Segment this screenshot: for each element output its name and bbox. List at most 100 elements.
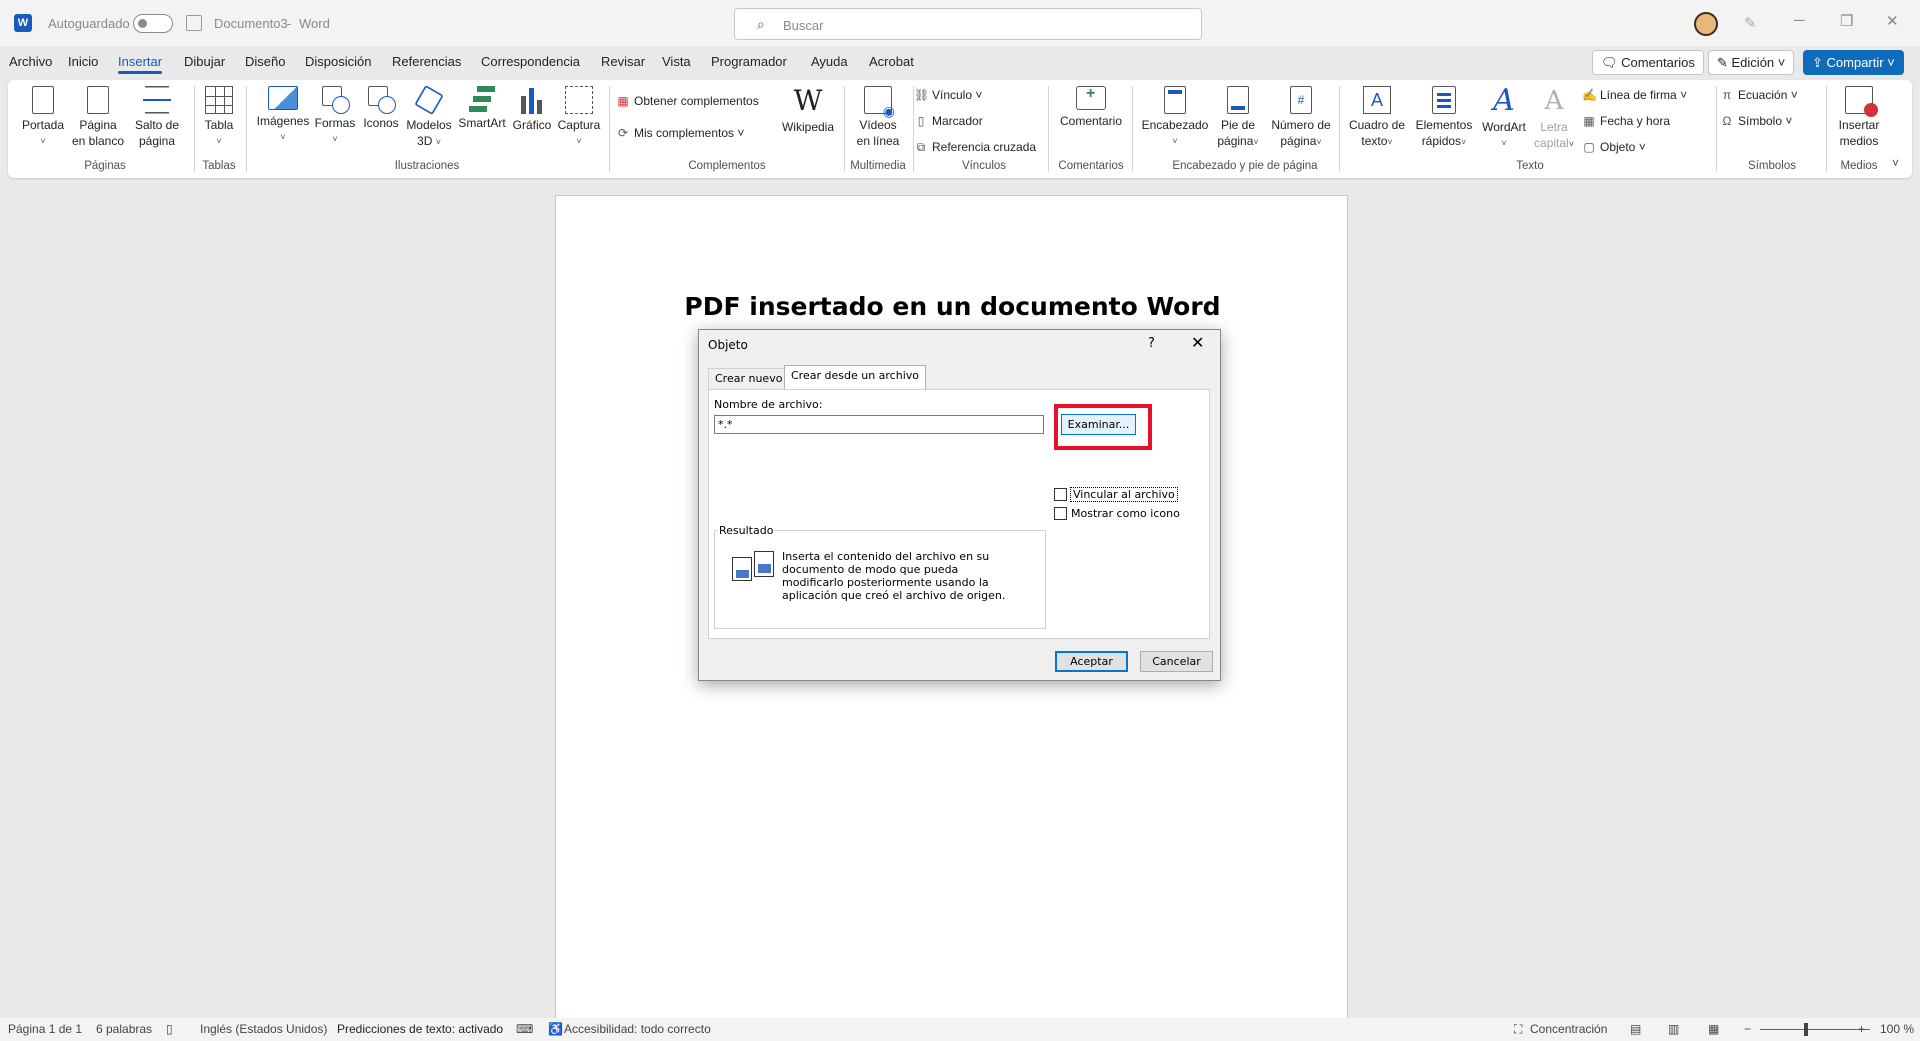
document-heading[interactable]: PDF insertado en un documento Word [556, 292, 1349, 321]
online-video-button[interactable]: Vídeos en línea [846, 86, 910, 149]
zoom-out-icon[interactable]: − [1744, 1022, 1751, 1036]
chart-button[interactable]: Gráfico [508, 86, 556, 133]
icons-button[interactable]: Iconos [358, 86, 404, 131]
proofing-icon[interactable]: ▯ [166, 1022, 173, 1036]
word-count[interactable]: 6 palabras [96, 1022, 152, 1036]
tab-diseno[interactable]: Diseño [245, 54, 285, 69]
insert-media-button[interactable]: Insertar medios [1830, 86, 1888, 149]
footer-button[interactable]: Pie de página˅ [1210, 86, 1266, 150]
filename-field[interactable] [714, 415, 1044, 434]
blank-page-label-1: Página [79, 118, 117, 132]
link-to-file-checkbox[interactable] [1054, 488, 1067, 501]
focus-mode-button[interactable]: Concentración [1530, 1022, 1607, 1036]
tab-inicio[interactable]: Inicio [68, 54, 98, 69]
page-break-icon [143, 86, 171, 114]
tab-programador[interactable]: Programador [711, 54, 787, 69]
equation-button[interactable]: π Ecuación ˅ [1720, 88, 1798, 102]
user-avatar[interactable] [1694, 12, 1718, 36]
close-icon[interactable]: ✕ [1191, 333, 1204, 352]
editing-button[interactable]: ✎ Edición ˅ [1708, 50, 1795, 75]
text-box-button[interactable]: A Cuadro de texto˅ [1344, 86, 1410, 150]
ribbon-collapse-chevron-icon[interactable]: ˅ [1892, 156, 1899, 170]
tab-acrobat[interactable]: Acrobat [869, 54, 914, 69]
wikipedia-button[interactable]: W Wikipedia [776, 86, 840, 135]
object-button[interactable]: ▢ Objeto ˅ [1582, 140, 1645, 154]
maximize-icon[interactable]: ❐ [1840, 12, 1853, 30]
autosave-toggle[interactable] [133, 14, 173, 33]
tab-disposicion[interactable]: Disposición [305, 54, 371, 69]
browse-button[interactable]: Examinar... [1061, 414, 1136, 435]
word-logo-icon: W [14, 14, 32, 32]
shapes-button[interactable]: Formas ˅ [310, 86, 360, 147]
tab-insertar[interactable]: Insertar [118, 54, 163, 74]
table-button[interactable]: Tabla ˅ [196, 86, 242, 149]
tab-create-from-file[interactable]: Crear desde un archivo [784, 365, 926, 390]
tab-create-new[interactable]: Crear nuevo [708, 368, 790, 389]
ok-button[interactable]: Aceptar [1055, 651, 1128, 672]
print-layout-icon[interactable]: ▥ [1668, 1022, 1679, 1036]
ribbon-separator [1048, 86, 1049, 172]
3d-models-button[interactable]: Modelos 3D ˅ [402, 85, 456, 150]
zoom-slider-thumb[interactable] [1804, 1023, 1808, 1036]
tab-ayuda[interactable]: Ayuda [811, 54, 848, 69]
accessibility-status[interactable]: Accesibilidad: todo correcto [564, 1022, 711, 1036]
pen-icon[interactable]: ✎ [1744, 14, 1757, 32]
link-to-file-option[interactable]: Vincular al archivo [1054, 487, 1178, 502]
help-icon[interactable]: ? [1148, 336, 1155, 351]
group-label-links: Vínculos [961, 160, 1007, 172]
3d-models-label-2: 3D [417, 134, 433, 148]
images-button[interactable]: Imágenes ˅ [248, 86, 318, 145]
cross-reference-button[interactable]: ⧉ Referencia cruzada [914, 140, 1036, 155]
new-comment-button[interactable]: Comentario [1054, 86, 1128, 129]
3d-models-label-1: Modelos [406, 118, 452, 132]
tab-dibujar[interactable]: Dibujar [184, 54, 225, 69]
comments-button[interactable]: 🗨 Comentarios [1592, 50, 1704, 75]
zoom-in-icon[interactable]: + [1858, 1022, 1865, 1036]
search-input[interactable]: ⌕ Buscar [734, 8, 1202, 40]
drop-cap-label-2: capital [1534, 136, 1569, 150]
bookmark-button[interactable]: ▯ Marcador [914, 114, 983, 128]
symbol-button[interactable]: Ω Símbolo ˅ [1720, 114, 1793, 128]
minimize-icon[interactable]: ─ [1794, 12, 1805, 29]
ribbon-separator [246, 86, 247, 172]
get-addins-button[interactable]: ▦ Obtener complementos [616, 94, 758, 108]
header-button[interactable]: Encabezado ˅ [1140, 86, 1210, 149]
ribbon-separator [1826, 86, 1827, 172]
tab-correspondencia[interactable]: Correspondencia [481, 54, 580, 69]
chart-icon [518, 86, 546, 114]
insert-media-label-1: Insertar [1838, 118, 1880, 132]
page-number-button[interactable]: # Número de página˅ [1266, 86, 1336, 150]
date-time-button[interactable]: ▦ Fecha y hora [1582, 114, 1670, 128]
tab-referencias[interactable]: Referencias [392, 54, 461, 69]
tab-revisar[interactable]: Revisar [601, 54, 645, 69]
text-predictions-status[interactable]: Predicciones de texto: activado [337, 1022, 503, 1036]
addins-icon: ⟳ [617, 126, 629, 140]
blank-page-button[interactable]: Página en blanco [68, 86, 128, 149]
cover-page-button[interactable]: Portada ˅ [20, 86, 66, 149]
page-break-button[interactable]: Salto de página [126, 86, 188, 149]
share-button[interactable]: ⇪ Compartir ˅ [1803, 50, 1904, 75]
quick-parts-button[interactable]: Elementos rápidos˅ [1410, 86, 1478, 150]
screenshot-button[interactable]: Captura ˅ [554, 86, 604, 149]
wordart-button[interactable]: A WordArt ˅ [1476, 86, 1532, 151]
tab-archivo[interactable]: Archivo [9, 54, 52, 69]
smartart-button[interactable]: SmartArt [454, 86, 510, 131]
table-label: Tabla [204, 118, 234, 132]
close-window-icon[interactable]: ✕ [1886, 12, 1899, 30]
zoom-slider[interactable] [1760, 1029, 1870, 1030]
cancel-button[interactable]: Cancelar [1140, 651, 1213, 672]
save-icon[interactable] [186, 15, 202, 31]
drop-cap-button[interactable]: A Letra capital˅ [1528, 86, 1580, 152]
page-count[interactable]: Página 1 de 1 [8, 1022, 82, 1036]
show-as-icon-option[interactable]: Mostrar como icono [1054, 507, 1180, 520]
read-mode-icon[interactable]: ▤ [1630, 1022, 1641, 1036]
signature-line-button[interactable]: ✍ Línea de firma ˅ [1582, 88, 1687, 102]
zoom-level[interactable]: 100 % [1880, 1022, 1914, 1036]
language-status[interactable]: Inglés (Estados Unidos) [200, 1022, 327, 1036]
show-as-icon-checkbox[interactable] [1054, 507, 1067, 520]
my-addins-button[interactable]: ⟳ Mis complementos ˅ [616, 126, 744, 140]
blank-page-icon [87, 86, 109, 114]
web-layout-icon[interactable]: ▦ [1708, 1022, 1719, 1036]
link-button[interactable]: ⛓ Vínculo ˅ [914, 88, 982, 102]
tab-vista[interactable]: Vista [662, 54, 691, 69]
